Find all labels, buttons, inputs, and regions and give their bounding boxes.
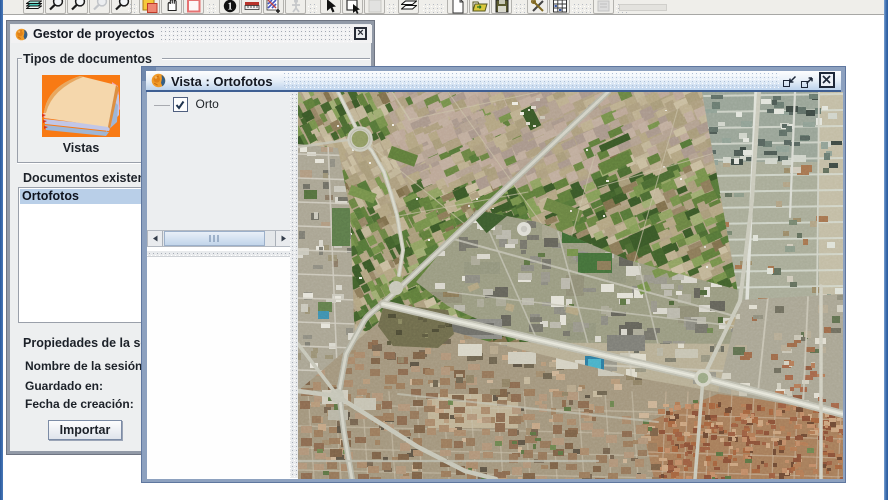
svg-text:1: 1 bbox=[228, 2, 233, 13]
